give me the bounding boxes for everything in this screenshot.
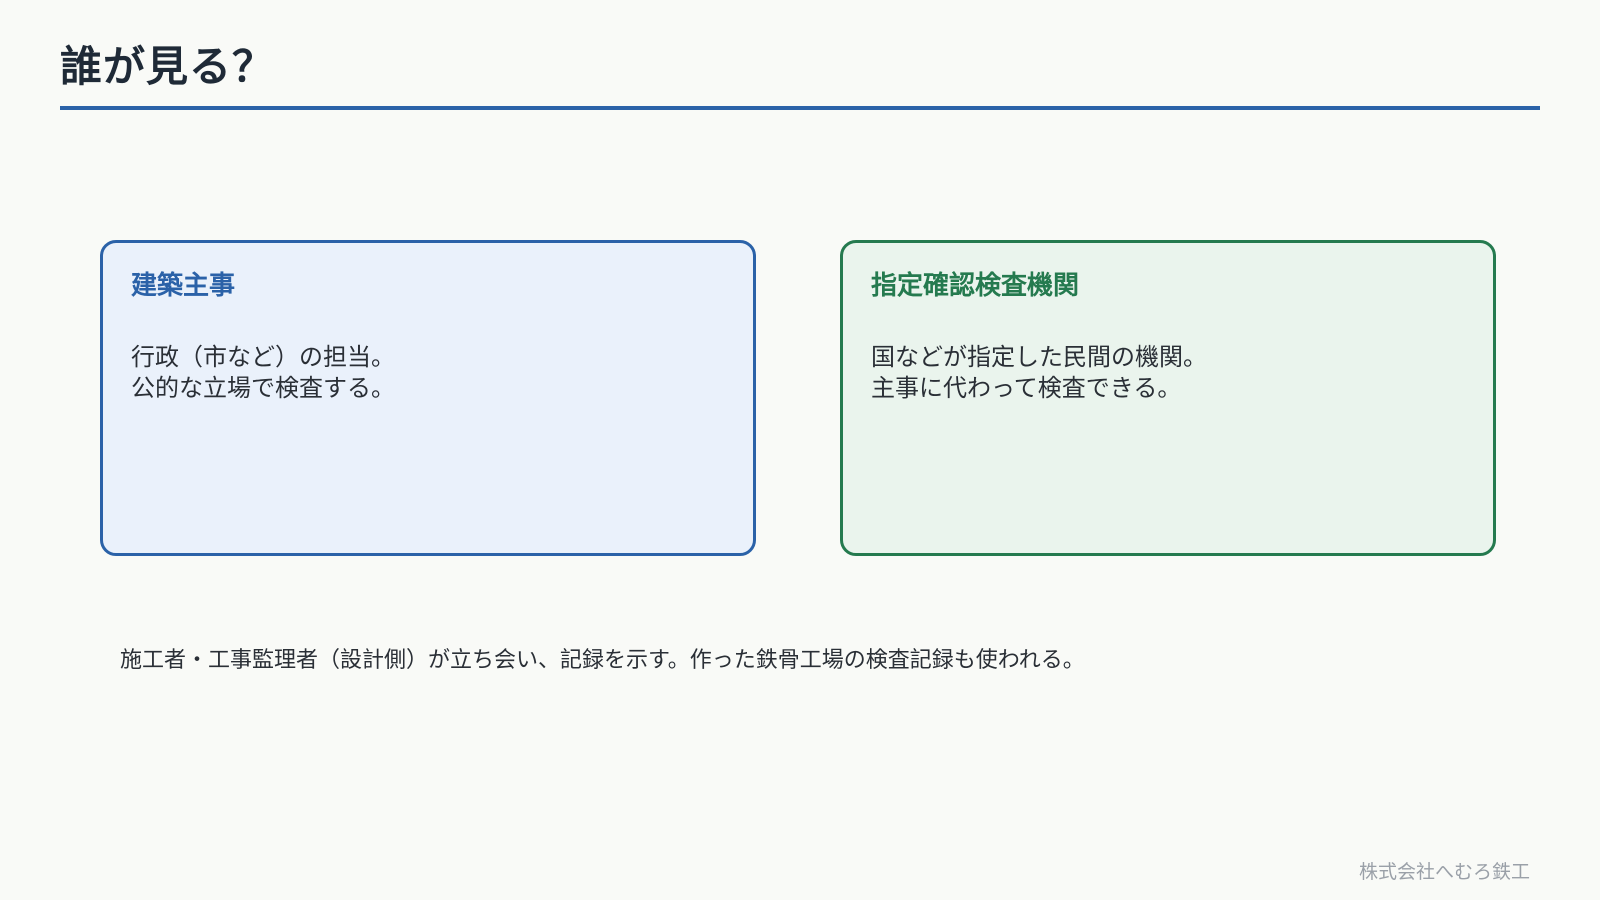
company-name: 株式会社へむろ鉄工: [1358, 861, 1530, 883]
note-text: 施工者・工事監理者（設計側）が立ち会い、記録を示す。作った鉄骨工場の検査記録も使…: [120, 648, 1085, 673]
card-description: 国などが指定した民間の機関。 主事に代わって検査できる。: [871, 342, 1465, 404]
card-description-line: 行政（市など）の担当。: [131, 343, 395, 372]
card-building-official: 建築主事 行政（市など）の担当。 公的な立場で検査する。: [100, 240, 756, 556]
card-description-line: 国などが指定した民間の機関。: [871, 343, 1207, 372]
card-description-line: 主事に代わって検査できる。: [871, 374, 1182, 403]
slide-title: 誰が見る？: [60, 42, 276, 91]
card-title: 建築主事: [131, 271, 236, 301]
card-title: 指定確認検査機関: [871, 271, 1080, 301]
card-description-line: 公的な立場で検査する。: [131, 374, 395, 403]
card-designated-inspection-body: 指定確認検査機関 国などが指定した民間の機関。 主事に代わって検査できる。: [840, 240, 1496, 556]
title-divider: [60, 106, 1540, 110]
card-description: 行政（市など）の担当。 公的な立場で検査する。: [131, 342, 725, 404]
